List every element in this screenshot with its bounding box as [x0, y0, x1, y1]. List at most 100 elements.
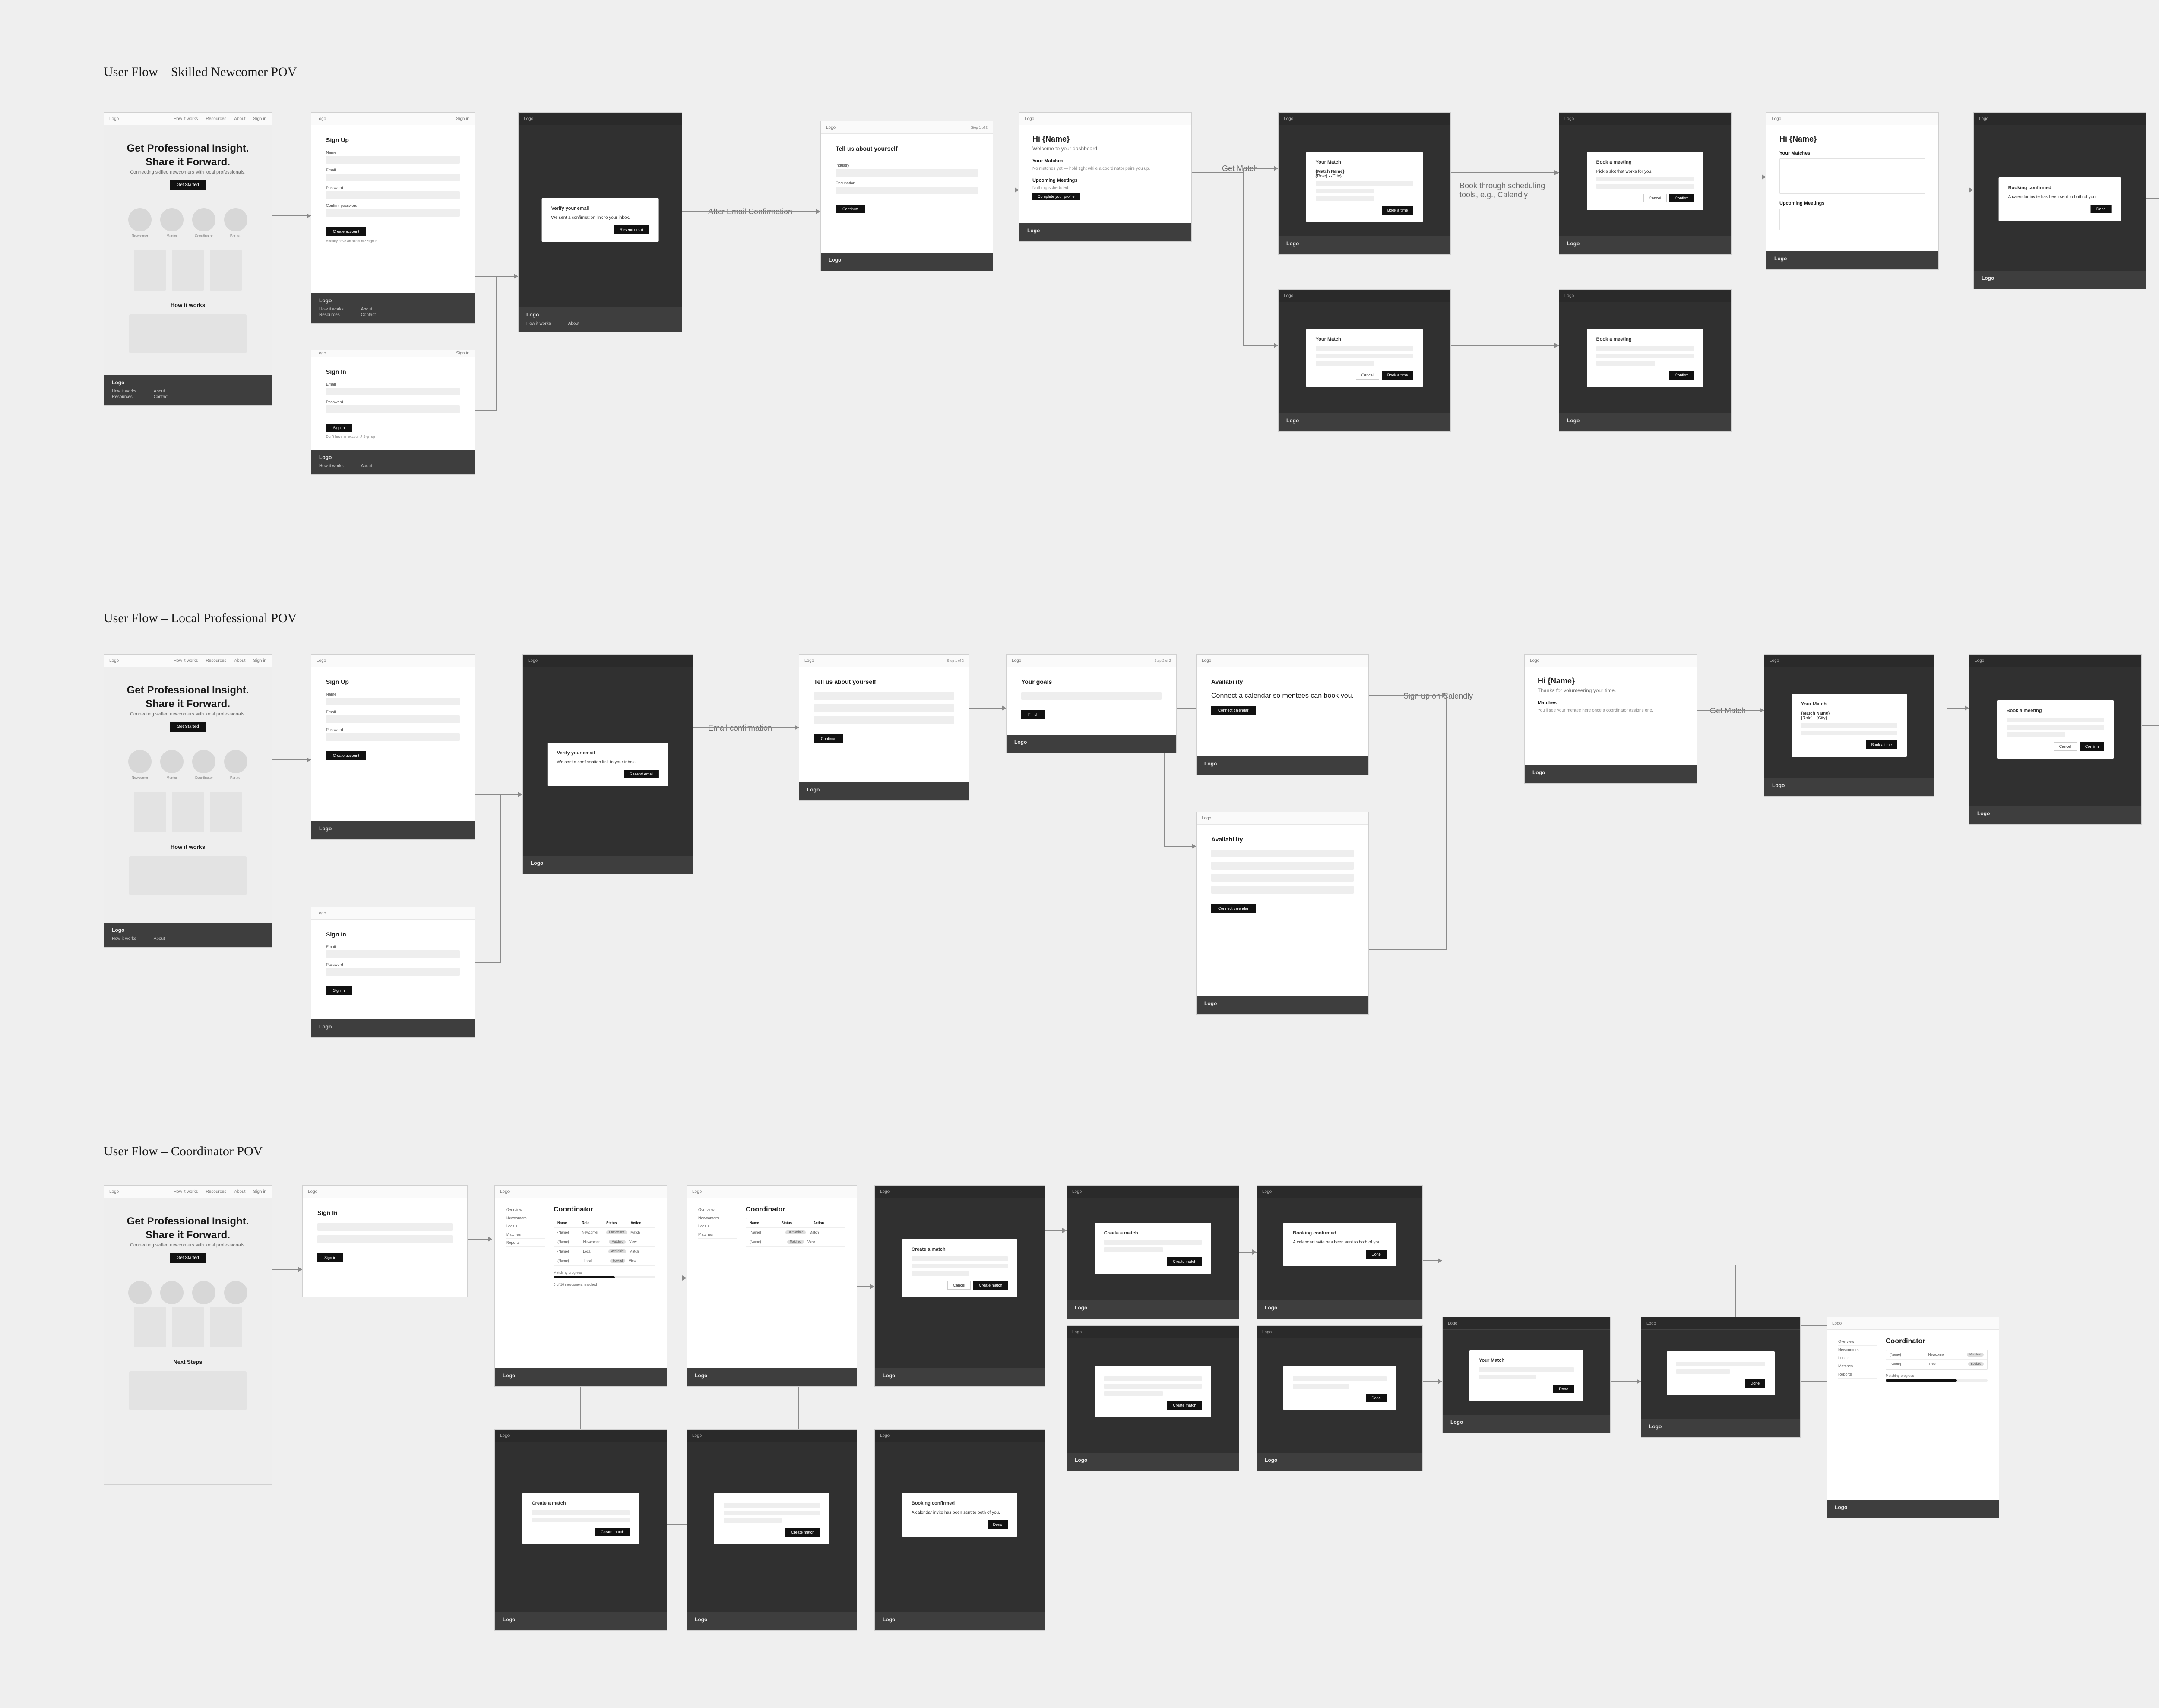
logo[interactable]: Logo [500, 1189, 510, 1194]
c2b[interactable]: Connect calendar [1211, 904, 1256, 913]
s2ip[interactable] [326, 733, 460, 741]
r2a[interactable]: Match [630, 1249, 652, 1253]
cs4[interactable]: Reports [506, 1239, 545, 1247]
logo[interactable]: Logo [109, 117, 119, 121]
logo[interactable]: Logo [109, 1189, 119, 1194]
signup-btn[interactable]: Create account [326, 227, 366, 236]
c2f2[interactable] [1211, 874, 1354, 882]
logo[interactable]: Logo [692, 1189, 702, 1194]
fb0[interactable]: About [568, 321, 579, 326]
cm2k[interactable]: Create match [1167, 1257, 1202, 1266]
input-pwd[interactable] [326, 191, 460, 199]
logo[interactable]: Logo [1072, 1189, 1082, 1194]
cm1k[interactable]: Create match [973, 1281, 1008, 1290]
dash-link[interactable]: Complete your profile [1032, 193, 1080, 200]
si2b[interactable]: Sign in [326, 986, 352, 995]
logo[interactable]: Logo [1284, 294, 1293, 298]
logo[interactable]: Logo [1564, 117, 1574, 121]
logo[interactable]: Logo [1646, 1321, 1656, 1326]
onb-f2[interactable] [836, 169, 978, 177]
logo[interactable]: Logo [1262, 1189, 1272, 1194]
logo[interactable]: Logo [524, 117, 533, 121]
fb0[interactable]: About [361, 464, 372, 468]
cAk[interactable]: Create match [595, 1528, 630, 1536]
n2[interactable]: About [234, 658, 245, 663]
n3[interactable]: Sign in [253, 658, 266, 663]
o3b[interactable]: Finish [1021, 710, 1045, 719]
s2b[interactable]: Create account [326, 751, 366, 760]
signin-btn[interactable]: Sign in [326, 424, 352, 432]
logo[interactable]: Logo [804, 658, 814, 663]
logo[interactable]: Logo [1012, 658, 1021, 663]
nav-signin[interactable]: Sign in [456, 117, 469, 121]
o2f2[interactable] [814, 716, 954, 724]
cs0[interactable]: Overview [506, 1206, 545, 1214]
fa0[interactable]: How it works [319, 307, 344, 312]
nav-signin[interactable]: Sign in [253, 117, 266, 121]
fa0[interactable]: How it works [112, 936, 136, 941]
m2-book[interactable]: Book a time [1382, 371, 1414, 380]
fa0[interactable]: How it works [526, 321, 551, 326]
cm3bk[interactable]: Done [1366, 1394, 1387, 1402]
l2cta[interactable]: Get Started [170, 722, 206, 732]
cs3[interactable]: Matches [698, 1230, 737, 1239]
c2f1[interactable] [1211, 862, 1354, 870]
nav-signin[interactable]: Sign in [456, 351, 469, 356]
d2-match-card[interactable] [1779, 158, 1925, 194]
fa0[interactable]: How it works [319, 464, 344, 468]
logo[interactable]: Logo [1979, 117, 1988, 121]
o3f0[interactable] [1021, 692, 1162, 700]
fa1[interactable]: Resources [319, 313, 344, 317]
logo[interactable]: Logo [317, 911, 326, 916]
onb-f3[interactable] [836, 187, 978, 194]
cBk[interactable]: Create match [785, 1528, 820, 1537]
logo[interactable]: Logo [1564, 294, 1574, 298]
match-btn[interactable]: Book a time [1382, 206, 1414, 215]
cs2[interactable]: Locals [1838, 1354, 1877, 1362]
r0a[interactable]: Match [630, 1230, 652, 1234]
nav-how[interactable]: How it works [174, 117, 198, 121]
v2b[interactable]: Resend email [624, 770, 659, 778]
logo[interactable]: Logo [1025, 117, 1034, 121]
conf-ok[interactable]: Done [2091, 205, 2112, 213]
ra[interactable]: View [807, 1240, 842, 1244]
pr2k[interactable]: Done [1745, 1379, 1766, 1388]
logo[interactable]: Logo [880, 1189, 890, 1194]
nav-res[interactable]: Resources [206, 117, 226, 121]
cs3[interactable]: Matches [506, 1230, 545, 1239]
b3c[interactable]: Cancel [2054, 742, 2077, 751]
logo[interactable]: Logo [692, 1433, 702, 1438]
o2f1[interactable] [814, 704, 954, 712]
cm2bk[interactable]: Create match [1167, 1401, 1202, 1410]
logo[interactable]: Logo [1832, 1321, 1842, 1326]
f-a1[interactable]: Resources [112, 395, 136, 399]
cs2[interactable]: Locals [506, 1222, 545, 1230]
cs1[interactable]: Newcomers [506, 1214, 545, 1222]
b3k[interactable]: Confirm [2080, 742, 2105, 751]
o2b[interactable]: Continue [814, 734, 843, 743]
logo[interactable]: Logo [880, 1433, 890, 1438]
fb0[interactable]: About [154, 936, 165, 941]
n3[interactable]: Sign in [253, 1189, 266, 1194]
logo[interactable]: Logo [308, 1189, 317, 1194]
cs4[interactable]: Reports [1838, 1370, 1877, 1379]
input-name[interactable] [326, 156, 460, 164]
cs2[interactable]: Locals [698, 1222, 737, 1230]
logo[interactable]: Logo [1530, 658, 1539, 663]
c2f3[interactable] [1211, 886, 1354, 894]
cs3[interactable]: Matches [1838, 1362, 1877, 1370]
logo[interactable]: Logo [1284, 117, 1293, 121]
c1b[interactable]: Connect calendar [1211, 706, 1256, 715]
fb1[interactable]: Contact [361, 313, 376, 317]
n0[interactable]: How it works [174, 658, 198, 663]
s2in[interactable] [326, 698, 460, 705]
logo[interactable]: Logo [1262, 1330, 1272, 1335]
ra[interactable]: Match [809, 1230, 842, 1234]
s3b[interactable]: Sign in [317, 1253, 343, 1262]
signup-hint[interactable]: Already have an account? Sign in [326, 239, 460, 243]
nav-about[interactable]: About [234, 117, 245, 121]
f-b1[interactable]: Contact [154, 395, 168, 399]
logo[interactable]: Logo [109, 658, 119, 663]
cs0[interactable]: Overview [698, 1206, 737, 1214]
logo[interactable]: Logo [1072, 1330, 1082, 1335]
